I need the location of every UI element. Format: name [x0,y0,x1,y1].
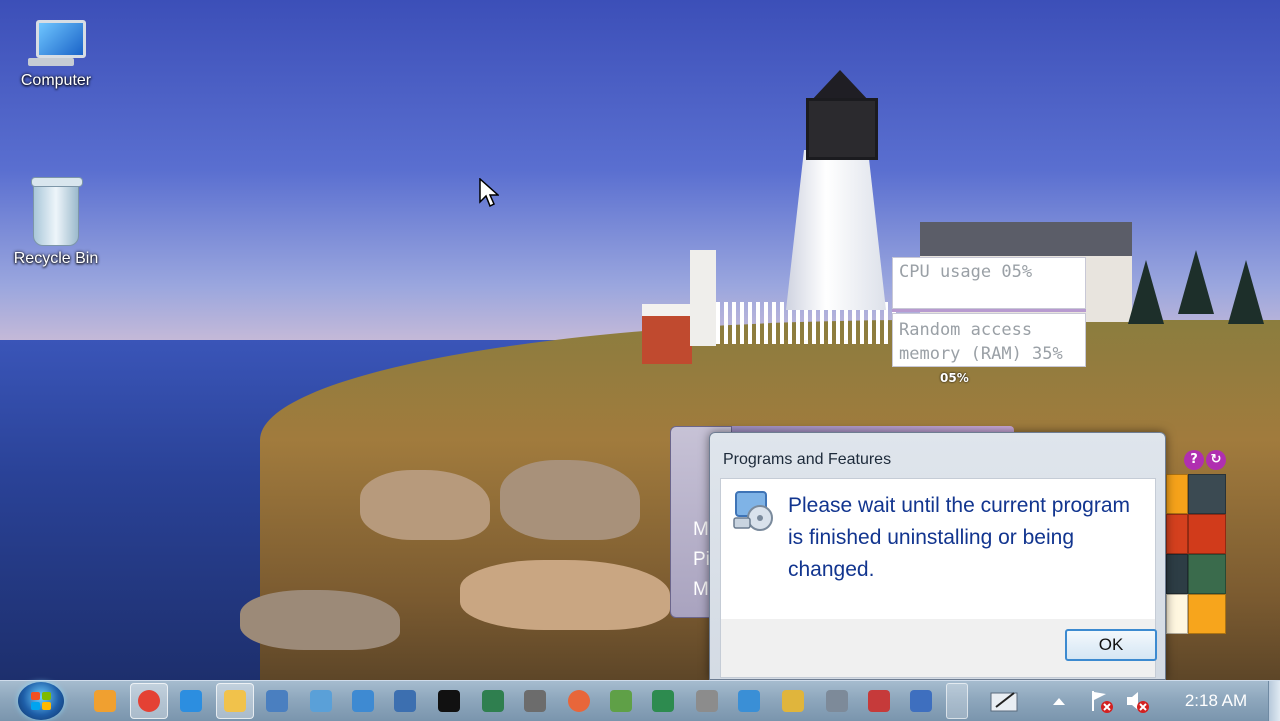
tile [1166,514,1188,554]
paint-icon [782,690,804,712]
taskbar-button[interactable] [302,683,340,719]
internet-explorer-icon [180,690,202,712]
wallpaper-tower [690,250,716,346]
wallpaper-rock [240,590,400,650]
taskbar-button[interactable] [258,683,296,719]
windows-logo-icon [31,692,51,710]
computer-icon [28,20,86,68]
firefox-icon [568,690,590,712]
remote-desktop-icon [352,690,374,712]
background-window-text: Pi [693,549,710,570]
tile [1188,594,1226,634]
calculator-icon [826,690,848,712]
wallpaper-rock [500,460,640,540]
taskbar-button[interactable] [644,683,682,719]
taskbar-button[interactable] [560,683,598,719]
tile [1188,554,1226,594]
server-tool-icon [524,690,546,712]
gadget-options-icon[interactable]: ↻ [1206,450,1226,470]
cpu-usage-gadget: CPU usage 05% [892,257,1086,309]
7zip-icon [438,690,460,712]
wallpaper-lighthouse [786,150,886,310]
calc-spreadsheet-icon [652,690,674,712]
taskbar-button[interactable] [130,683,168,719]
taskbar-button[interactable] [902,683,940,719]
dialog-footer: OK [720,619,1157,678]
wallpaper-tree [1228,260,1264,324]
tile [1166,554,1188,594]
background-window-text: M [693,579,709,600]
tray-expand-arrow-icon[interactable] [1040,683,1078,719]
taskbar-button[interactable] [730,683,768,719]
background-window-text: M [693,519,709,540]
meter-divider [892,309,1086,312]
ram-usage-gadget: Random access memory (RAM) 35% [892,313,1086,367]
taskbar-button[interactable] [216,683,254,719]
taskbar-clock[interactable]: 2:18 AM [1168,681,1264,721]
tile [1166,474,1188,514]
task-manager-icon [482,690,504,712]
taskbar-button[interactable] [386,683,424,719]
desktop-icon-label: Recycle Bin [13,250,99,267]
taskbar-button[interactable] [86,683,124,719]
show-desktop-button[interactable] [1268,681,1280,721]
media-player-icon [94,690,116,712]
tile [1188,514,1226,554]
taskbar-button[interactable] [688,683,726,719]
wallpaper-rock [360,470,490,540]
taskbar: 2:18 AM [0,680,1280,721]
tile [1166,594,1188,634]
dialog-title: Programs and Features [723,451,892,468]
wallpaper-shed [642,304,692,364]
taskbar-button[interactable] [860,683,898,719]
gadget-help-icon[interactable]: ? [1184,450,1204,470]
chrome-icon [138,690,160,712]
wallpaper-tree [1178,250,1214,314]
dialog-message: Please wait until the current program is… [788,494,1130,581]
ram-usage-label-line1: Random access [899,320,1033,340]
installer-icon [732,488,776,532]
taskbar-button[interactable] [474,683,512,719]
wallpaper-house-roof [920,222,1132,256]
volume-muted-icon[interactable] [1118,683,1156,719]
taskbar-button[interactable] [818,683,856,719]
file-explorer-icon [224,690,246,712]
recycle-bin-icon [31,177,83,246]
desktop-icon-computer[interactable]: Computer [8,20,104,90]
wallpaper-rock [460,560,670,630]
tile [1188,474,1226,514]
desktop-icon-label: Computer [20,72,92,89]
dialog-body: Please wait until the current program is… [720,478,1156,620]
taskbar-button[interactable] [172,683,210,719]
keyboard-app-icon [266,690,288,712]
cpu-usage-label: CPU usage 05% [899,262,1033,282]
taskbar-button[interactable] [774,683,812,719]
notepad-plus-icon [610,690,632,712]
mail-icon [738,690,760,712]
snipping-tool-icon [868,690,890,712]
tile-gadget [1166,474,1226,634]
network-tool-icon [394,690,416,712]
start-button[interactable] [18,682,64,720]
small-percent-readout: 05% [940,371,969,385]
ok-button[interactable]: OK [1065,629,1157,661]
desktop-icon-recycle-bin[interactable]: Recycle Bin [8,177,104,268]
taskbar-button[interactable] [516,683,554,719]
wallpaper-tree [1128,260,1164,324]
wallpaper-lantern [806,98,878,160]
action-center-flag-icon[interactable] [1082,683,1120,719]
taskbar-scroll-button[interactable] [946,683,968,719]
gadget-controls: ? ↻ [1184,450,1226,470]
uninstall-icon [910,690,932,712]
ram-usage-label-line2: memory (RAM) 35% [899,344,1063,364]
programs-and-features-dialog: Programs and Features Please wait until … [709,432,1166,680]
tray-pen-icon[interactable] [986,683,1024,719]
taskbar-button[interactable] [602,683,640,719]
control-panel-icon [310,690,332,712]
taskbar-button[interactable] [430,683,468,719]
taskbar-button[interactable] [344,683,382,719]
printer-icon [696,690,718,712]
